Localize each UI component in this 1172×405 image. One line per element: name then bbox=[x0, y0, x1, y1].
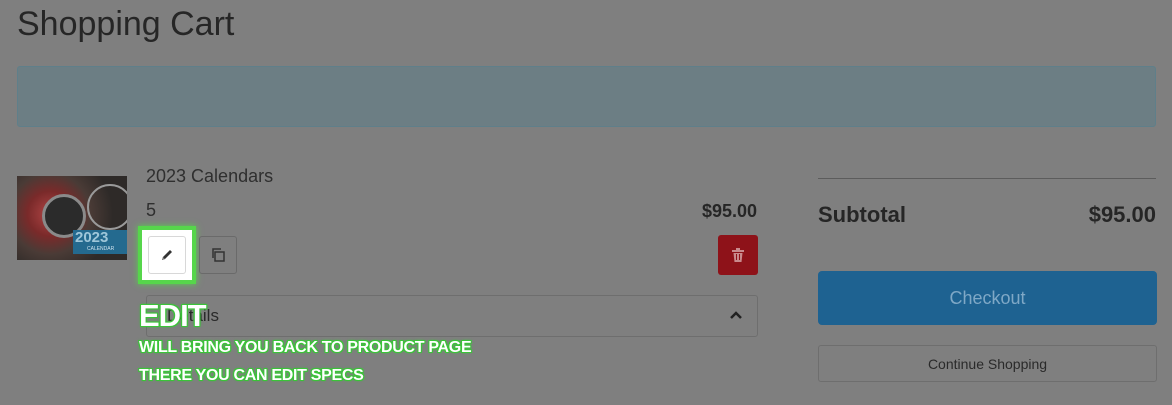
thumbnail-year: 2023 bbox=[75, 229, 109, 246]
delete-button[interactable] bbox=[718, 235, 758, 275]
edit-button[interactable] bbox=[148, 236, 186, 274]
product-name[interactable]: 2023 Calendars bbox=[146, 166, 273, 187]
product-thumbnail[interactable]: 2023 CALENDAR bbox=[17, 176, 127, 260]
thumbnail-caption: CALENDAR bbox=[87, 246, 115, 252]
trash-icon bbox=[732, 248, 744, 262]
checkout-button[interactable]: Checkout bbox=[818, 271, 1157, 325]
product-price: $95.00 bbox=[701, 201, 757, 221]
chevron-up-icon bbox=[730, 311, 742, 319]
subtotal-value: $95.00 bbox=[1088, 202, 1156, 227]
product-quantity: 5 bbox=[146, 200, 157, 220]
subtotal-label: Subtotal bbox=[818, 202, 906, 227]
annotation-line-2: THERE YOU CAN EDIT SPECS bbox=[139, 367, 364, 384]
summary-divider bbox=[818, 178, 1156, 179]
details-toggle[interactable]: Details bbox=[146, 295, 758, 337]
copy-icon bbox=[212, 248, 225, 262]
annotation-line-1: WILL BRING YOU BACK TO PRODUCT PAGE bbox=[139, 339, 472, 356]
continue-shopping-button[interactable]: Continue Shopping bbox=[818, 345, 1157, 382]
annotation-title: EDIT bbox=[139, 298, 207, 333]
pencil-icon bbox=[162, 250, 172, 260]
page-title: Shopping Cart bbox=[17, 5, 235, 43]
duplicate-button[interactable] bbox=[199, 236, 237, 274]
info-alert bbox=[17, 66, 1156, 127]
